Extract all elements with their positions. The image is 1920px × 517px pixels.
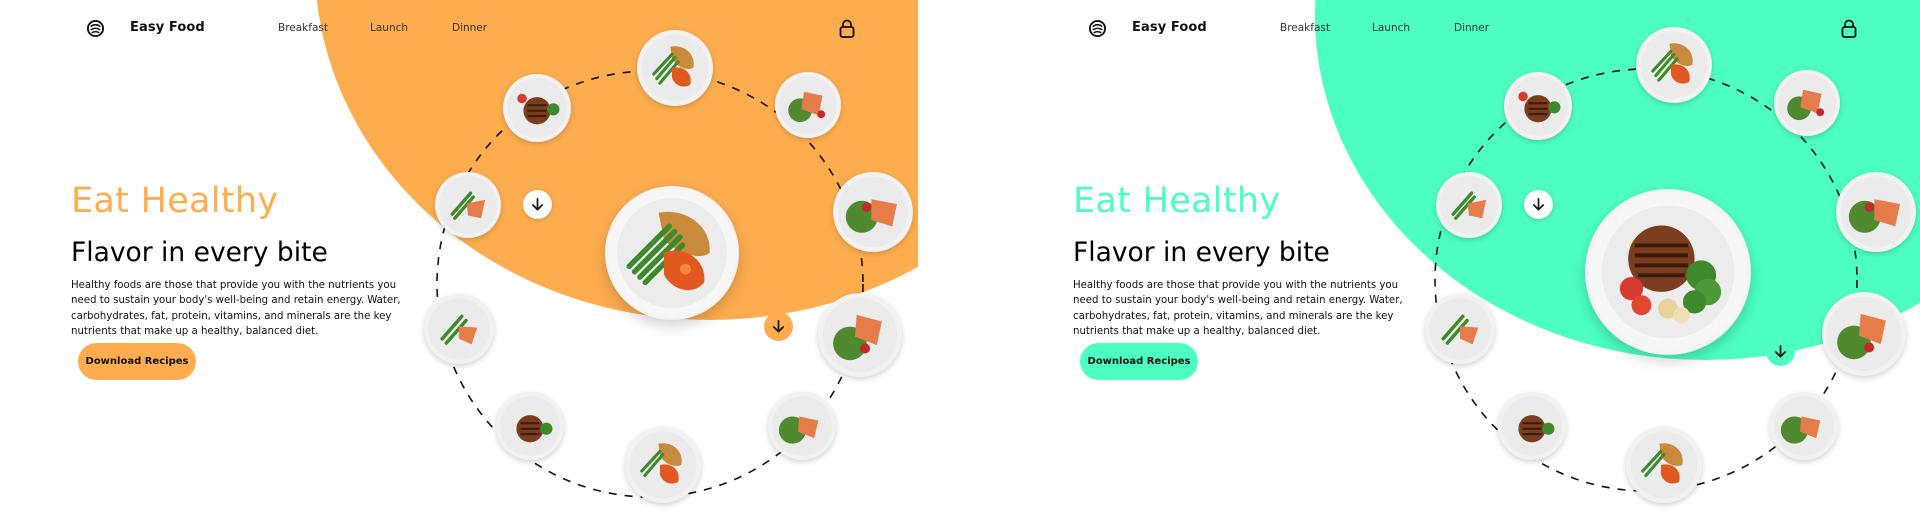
- arrow-down-icon: [531, 198, 544, 211]
- food-bowl-icon: [86, 19, 105, 38]
- hero-title: Eat Healthy: [1073, 181, 1281, 221]
- dish-thumbnail[interactable]: [435, 172, 501, 238]
- arrow-down-accent-button[interactable]: [1766, 337, 1795, 366]
- brand-name[interactable]: Easy Food: [130, 20, 205, 35]
- dish-thumbnail[interactable]: [625, 427, 701, 503]
- nav-breakfast[interactable]: Breakfast: [278, 22, 328, 34]
- food-bowl-icon: [1088, 19, 1107, 38]
- dish-thumbnail[interactable]: [1504, 72, 1572, 140]
- landing-panel-orange: Easy Food Breakfast Launch Dinner Eat He…: [0, 0, 918, 517]
- dish-thumbnail[interactable]: [1636, 27, 1712, 103]
- dish-thumbnail[interactable]: [775, 72, 841, 138]
- dish-thumbnail[interactable]: [637, 30, 713, 106]
- nav-dinner[interactable]: Dinner: [452, 22, 487, 34]
- dish-thumbnail[interactable]: [503, 74, 571, 142]
- nav-dinner[interactable]: Dinner: [1454, 22, 1489, 34]
- download-recipes-button[interactable]: Download Recipes: [78, 343, 196, 380]
- dish-thumbnail[interactable]: [1498, 392, 1566, 460]
- nav-breakfast[interactable]: Breakfast: [1280, 22, 1330, 34]
- lock-bag-icon[interactable]: [1840, 19, 1858, 39]
- arrow-down-button[interactable]: [1524, 190, 1553, 219]
- dish-thumbnail[interactable]: [768, 392, 836, 460]
- dish-thumbnail[interactable]: [818, 293, 902, 377]
- dish-thumbnail[interactable]: [833, 172, 913, 252]
- dish-thumbnail[interactable]: [1425, 294, 1495, 364]
- arrow-down-icon: [772, 320, 785, 333]
- dish-thumbnail[interactable]: [1836, 172, 1916, 252]
- brand-name[interactable]: Easy Food: [1132, 20, 1207, 35]
- nav-launch[interactable]: Launch: [370, 22, 408, 34]
- arrow-down-accent-button[interactable]: [764, 312, 793, 341]
- featured-dish-image: [1585, 189, 1751, 355]
- dish-thumbnail[interactable]: [496, 392, 564, 460]
- hero-subtitle: Flavor in every bite: [1073, 237, 1330, 268]
- hero-subtitle: Flavor in every bite: [71, 237, 328, 268]
- arrow-down-icon: [1774, 345, 1787, 358]
- dish-thumbnail[interactable]: [1822, 292, 1906, 376]
- download-recipes-button[interactable]: Download Recipes: [1080, 343, 1198, 380]
- hero-description: Healthy foods are those that provide you…: [71, 280, 401, 337]
- lock-bag-icon[interactable]: [838, 19, 856, 39]
- dish-thumbnail[interactable]: [1774, 70, 1840, 136]
- hero-title: Eat Healthy: [71, 181, 279, 221]
- nav-launch[interactable]: Launch: [1372, 22, 1410, 34]
- featured-dish-image: [605, 186, 739, 320]
- hero-description: Healthy foods are those that provide you…: [1073, 280, 1403, 337]
- arrow-down-button[interactable]: [523, 190, 552, 219]
- arrow-down-icon: [1532, 198, 1545, 211]
- landing-panel-mint: Easy Food Breakfast Launch Dinner Eat He…: [1002, 0, 1920, 517]
- dish-thumbnail[interactable]: [1436, 172, 1502, 238]
- dish-thumbnail[interactable]: [1626, 427, 1702, 503]
- dish-thumbnail[interactable]: [424, 294, 494, 364]
- dish-thumbnail[interactable]: [1770, 392, 1838, 460]
